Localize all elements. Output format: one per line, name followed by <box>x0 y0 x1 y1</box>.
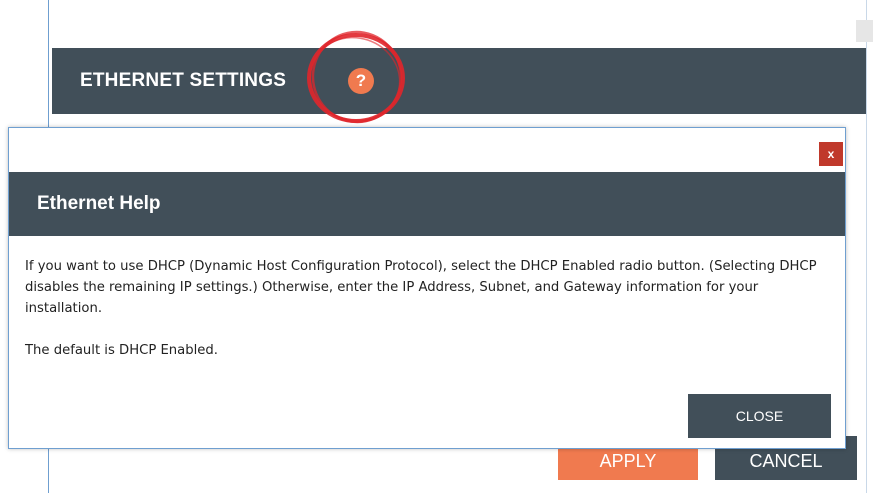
dialog-header: Ethernet Help <box>9 172 845 236</box>
background-window-border-right <box>866 0 867 493</box>
ethernet-settings-title: ETHERNET SETTINGS <box>80 70 287 91</box>
help-question-icon[interactable]: ? <box>348 68 374 94</box>
ethernet-settings-header: ETHERNET SETTINGS ? <box>52 48 866 114</box>
ethernet-help-dialog: x Ethernet Help If you want to use DHCP … <box>8 127 846 449</box>
dialog-body: If you want to use DHCP (Dynamic Host Co… <box>25 256 835 382</box>
close-icon[interactable]: x <box>819 142 843 166</box>
background-window-corner <box>856 20 873 42</box>
dialog-title: Ethernet Help <box>37 193 161 214</box>
help-paragraph-dhcp: If you want to use DHCP (Dynamic Host Co… <box>25 259 817 316</box>
help-paragraph-default: The default is DHCP Enabled. <box>25 343 218 358</box>
close-button[interactable]: CLOSE <box>688 394 831 438</box>
